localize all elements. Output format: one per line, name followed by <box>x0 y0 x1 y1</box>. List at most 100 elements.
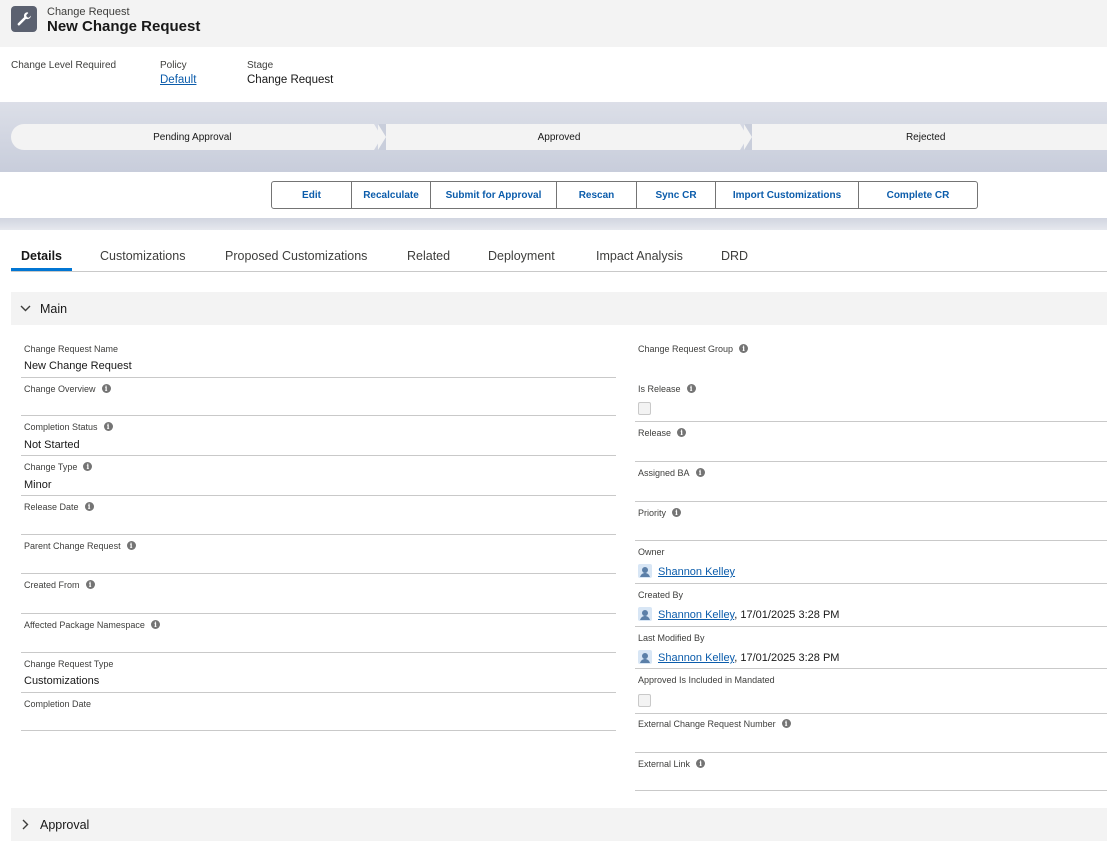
info-icon[interactable]: i <box>672 508 682 517</box>
path-stage-label: Pending Approval <box>153 131 232 143</box>
object-type-label: Change Request <box>47 6 130 18</box>
record-header: Change Request New Change Request <box>0 0 1107 47</box>
field-change-request-name: Change Request Name New Change Request <box>21 338 616 378</box>
field-created-by: Created By Shannon Kelley, 17/01/2025 3:… <box>635 584 1107 627</box>
tab-related[interactable]: Related <box>407 249 450 263</box>
field-created-from: Created From i <box>21 574 616 614</box>
info-icon[interactable]: i <box>84 502 94 511</box>
field-label: Change Overview i <box>24 384 111 394</box>
sync-cr-button[interactable]: Sync CR <box>636 181 716 209</box>
modified-by-user-link[interactable]: Shannon Kelley <box>658 652 734 664</box>
field-label: Created From i <box>24 580 95 590</box>
path-stage-rejected[interactable]: Rejected <box>744 124 1107 150</box>
field-release-date: Release Date i <box>21 496 616 535</box>
wrench-icon <box>11 6 37 32</box>
info-icon[interactable]: i <box>695 468 705 477</box>
import-customizations-button[interactable]: Import Customizations <box>715 181 859 209</box>
path-stage-approved[interactable]: Approved <box>377 124 749 150</box>
field-value: New Change Request <box>24 360 132 372</box>
tab-customizations[interactable]: Customizations <box>100 249 185 263</box>
tab-details[interactable]: Details <box>21 249 62 263</box>
approval-section-header[interactable]: Approval <box>11 808 1107 841</box>
field-affected-package-namespace: Affected Package Namespace i <box>21 614 616 653</box>
field-completion-date: Completion Date <box>21 693 616 731</box>
owner-user-link[interactable]: Shannon Kelley <box>658 566 735 578</box>
tab-drd[interactable]: DRD <box>721 249 748 263</box>
separator-band <box>0 218 1107 230</box>
field-label: Change Request Name <box>24 344 119 354</box>
info-icon[interactable]: i <box>686 384 696 393</box>
field-value: Shannon Kelley <box>638 564 735 578</box>
info-icon[interactable]: i <box>85 580 95 589</box>
field-label: External Change Request Number i <box>638 719 791 729</box>
highlights-panel: Change Level Required Policy Default Sta… <box>0 47 1107 102</box>
created-date: , 17/01/2025 3:28 PM <box>734 609 840 621</box>
edit-button[interactable]: Edit <box>271 181 352 209</box>
field-label: Completion Date <box>24 699 92 709</box>
field-value: Shannon Kelley, 17/01/2025 3:28 PM <box>638 607 839 621</box>
approval-section-title: Approval <box>40 817 90 832</box>
field-change-request-group: Change Request Group i <box>635 338 1107 378</box>
field-approved-included-mandated: Approved Is Included in Mandated <box>635 669 1107 714</box>
field-last-modified-by: Last Modified By Shannon Kelley, 17/01/2… <box>635 627 1107 669</box>
info-icon[interactable]: i <box>150 620 160 629</box>
chevron-down-icon <box>11 305 40 312</box>
main-section-title: Main <box>40 301 68 316</box>
field-label: Release i <box>638 428 687 438</box>
recalculate-button[interactable]: Recalculate <box>351 181 431 209</box>
chevron-right-icon <box>11 819 40 830</box>
mandated-checkbox[interactable] <box>638 694 651 707</box>
action-button-group: Edit Recalculate Submit for Approval Res… <box>271 181 978 209</box>
path-stage-label: Rejected <box>905 131 946 143</box>
info-icon[interactable]: i <box>696 759 706 768</box>
field-value: Customizations <box>24 675 100 687</box>
main-section-header[interactable]: Main <box>11 292 1107 325</box>
field-label: Approved Is Included in Mandated <box>638 675 775 685</box>
field-external-cr-number: External Change Request Number i <box>635 714 1107 753</box>
tab-proposed-customizations[interactable]: Proposed Customizations <box>225 249 367 263</box>
path-arrow <box>740 124 749 150</box>
info-icon[interactable]: i <box>739 344 749 353</box>
created-by-user-link[interactable]: Shannon Kelley <box>658 609 734 621</box>
user-avatar-icon <box>638 564 652 578</box>
field-value: Shannon Kelley, 17/01/2025 3:28 PM <box>638 650 839 664</box>
field-label: Affected Package Namespace i <box>24 620 160 630</box>
info-icon[interactable]: i <box>126 541 136 550</box>
field-label: Priority i <box>638 508 682 518</box>
field-label: Change Type i <box>24 462 93 472</box>
policy-link[interactable]: Default <box>160 74 196 86</box>
complete-cr-button[interactable]: Complete CR <box>858 181 978 209</box>
field-label: Change Request Type <box>24 659 114 669</box>
field-parent-change-request: Parent Change Request i <box>21 535 616 574</box>
field-label: Is Release i <box>638 384 696 394</box>
field-label: Assigned BA i <box>638 468 705 478</box>
field-label: External Link i <box>638 759 706 769</box>
user-avatar-icon <box>638 650 652 664</box>
tab-bar: Details Customizations Proposed Customiz… <box>11 230 1107 272</box>
field-label: Parent Change Request i <box>24 541 136 551</box>
field-label: Completion Status i <box>24 422 113 432</box>
tab-impact-analysis[interactable]: Impact Analysis <box>596 249 683 263</box>
policy-label: Policy <box>160 60 187 71</box>
tab-deployment[interactable]: Deployment <box>488 249 555 263</box>
info-icon[interactable]: i <box>101 384 111 393</box>
info-icon[interactable]: i <box>83 462 93 471</box>
stage-value: Change Request <box>247 74 334 86</box>
field-priority: Priority i <box>635 502 1107 541</box>
rescan-button[interactable]: Rescan <box>556 181 637 209</box>
field-is-release: Is Release i <box>635 378 1107 422</box>
modified-date: , 17/01/2025 3:28 PM <box>734 652 840 664</box>
field-label: Change Request Group i <box>638 344 749 354</box>
field-label: Owner <box>638 547 665 557</box>
action-bar: Edit Recalculate Submit for Approval Res… <box>0 172 1107 218</box>
submit-for-approval-button[interactable]: Submit for Approval <box>430 181 557 209</box>
info-icon[interactable]: i <box>781 719 791 728</box>
path-arrow <box>373 124 382 150</box>
field-change-overview: Change Overview i <box>21 378 616 416</box>
path-stage-pending-approval[interactable]: Pending Approval <box>11 124 382 150</box>
active-tab-indicator <box>11 268 72 271</box>
is-release-checkbox[interactable] <box>638 402 651 415</box>
info-icon[interactable]: i <box>677 428 687 437</box>
change-level-field: Change Level Required <box>11 60 116 71</box>
info-icon[interactable]: i <box>103 422 113 431</box>
